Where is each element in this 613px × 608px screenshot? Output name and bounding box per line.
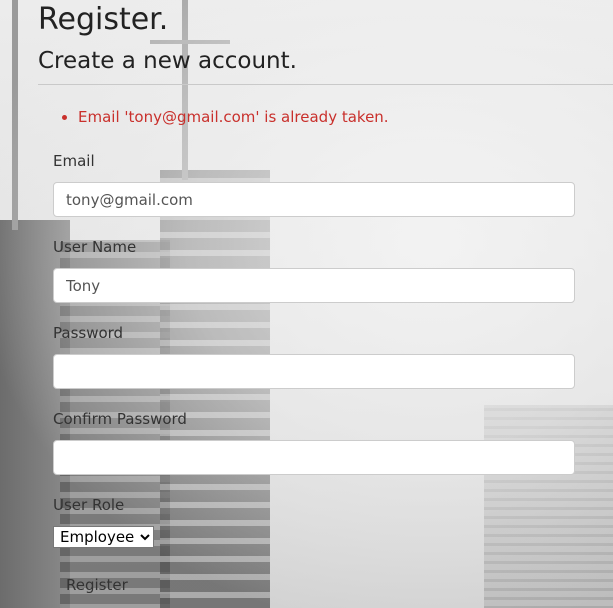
- email-label: Email: [53, 152, 95, 170]
- page-subtitle: Create a new account.: [38, 48, 297, 74]
- confirm-password-field[interactable]: [53, 440, 575, 475]
- username-label: User Name: [53, 238, 137, 256]
- page-title: Register.: [38, 2, 169, 37]
- register-button[interactable]: Register: [53, 568, 141, 602]
- user-role-label: User Role: [53, 496, 125, 514]
- email-field[interactable]: [53, 182, 575, 217]
- error-message: Email 'tony@gmail.com' is already taken.: [78, 108, 389, 126]
- confirm-password-label: Confirm Password: [53, 410, 187, 428]
- password-label: Password: [53, 324, 124, 342]
- user-role-select[interactable]: Employee: [53, 526, 154, 548]
- validation-summary: Email 'tony@gmail.com' is already taken.: [60, 108, 389, 126]
- divider: [38, 84, 613, 85]
- password-field[interactable]: [53, 354, 575, 389]
- register-form-container: Register. Create a new account. Email 't…: [0, 0, 613, 608]
- username-field[interactable]: [53, 268, 575, 303]
